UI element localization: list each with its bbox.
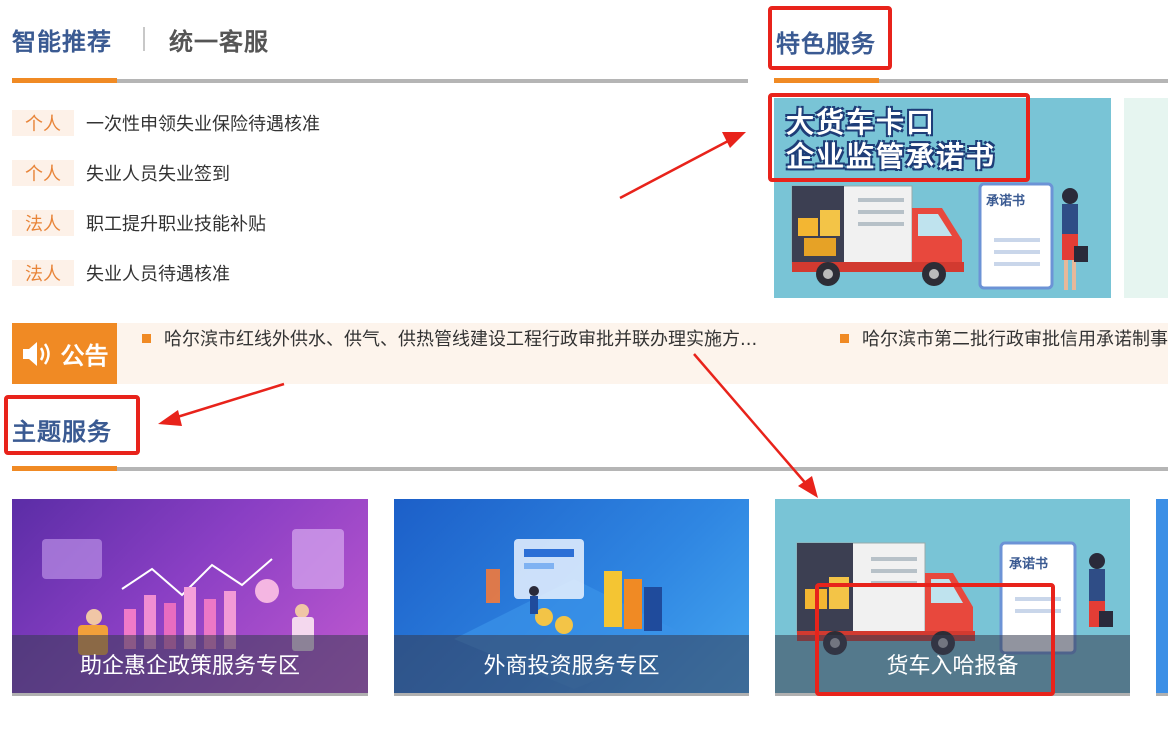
notice-item[interactable]: 哈尔滨市第二批行政审批信用承诺制事	[840, 323, 1168, 353]
list-item-label[interactable]: 职工提升职业技能补贴	[86, 210, 266, 236]
notice-label: 公告	[60, 342, 109, 370]
list-item[interactable]: 个人 失业人员失业签到	[12, 160, 230, 186]
list-item-label[interactable]: 一次性申领失业保险待遇核准	[86, 110, 320, 136]
annotation-box-featured	[768, 6, 892, 70]
next-card-peek[interactable]	[1156, 499, 1168, 696]
person-tag: 个人	[12, 160, 74, 186]
tab-unified-service[interactable]: 统一客服	[169, 22, 269, 57]
legal-person-tag: 法人	[12, 210, 74, 236]
annotation-box-theme	[4, 395, 140, 455]
next-banner-peek[interactable]	[1124, 98, 1168, 298]
policy-service-card[interactable]: 助企惠企政策服务专区	[12, 499, 368, 696]
bullet-icon	[142, 333, 151, 343]
tab-smart-recommend[interactable]: 智能推荐	[12, 22, 112, 57]
annotation-box-banner	[768, 93, 1030, 182]
notice-text[interactable]: 哈尔滨市红线外供水、供气、供热管线建设工程行政审批并联办理实施方...	[164, 325, 757, 351]
doc-label: 承诺书	[986, 194, 1026, 209]
legal-person-tag: 法人	[12, 260, 74, 286]
notice-badge: 公告	[12, 323, 117, 384]
list-item[interactable]: 法人 失业人员待遇核准	[12, 260, 230, 286]
notice-bar: 公告 哈尔滨市红线外供水、供气、供热管线建设工程行政审批并联办理实施方... 哈…	[12, 323, 1168, 384]
list-item[interactable]: 个人 一次性申领失业保险待遇核准	[12, 110, 320, 136]
foreign-investment-card[interactable]: 外商投资服务专区	[394, 499, 749, 696]
active-tab-indicator	[12, 78, 117, 83]
theme-divider	[12, 467, 1168, 471]
annotation-box-truck	[815, 583, 1055, 696]
section-divider	[12, 79, 748, 83]
list-item-label[interactable]: 失业人员失业签到	[86, 160, 230, 186]
person-tag: 个人	[12, 110, 74, 136]
list-item-label[interactable]: 失业人员待遇核准	[86, 260, 230, 286]
bullet-icon	[840, 333, 849, 343]
theme-indicator	[12, 466, 117, 471]
doc-label: 承诺书	[1009, 557, 1049, 572]
list-item[interactable]: 法人 职工提升职业技能补贴	[12, 210, 266, 236]
notice-item[interactable]: 哈尔滨市红线外供水、供气、供热管线建设工程行政审批并联办理实施方...	[142, 323, 757, 353]
featured-indicator	[774, 78, 879, 83]
tab-separator	[143, 27, 145, 51]
speaker-icon	[22, 341, 50, 366]
card-caption: 外商投资服务专区	[394, 635, 749, 693]
card-caption: 助企惠企政策服务专区	[12, 635, 368, 693]
notice-text[interactable]: 哈尔滨市第二批行政审批信用承诺制事	[862, 325, 1168, 351]
